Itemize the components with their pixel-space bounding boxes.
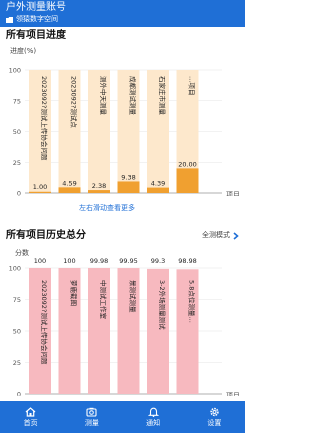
progress-y-tick-label: 75 [13,97,21,105]
progress-bar[interactable] [147,187,169,193]
progress-category-label: 成都测试测量 [129,76,138,116]
tab-measure[interactable]: 测量 [61,401,122,433]
gear-icon [210,407,219,416]
progress-bar[interactable] [88,190,110,193]
history-y-tick-label: 50 [13,328,21,336]
history-value-label: 100 [63,257,75,265]
progress-y-tick-label: 0 [17,190,21,197]
workspace-label[interactable]: 领猿数字空间 [6,15,58,24]
progress-category-label: 石家庄市测量 [158,76,167,116]
chevron-right-icon [233,231,239,240]
progress-bar[interactable] [176,168,199,193]
history-section-title: 所有项目历史总分 [6,230,86,241]
progress-value-label: 4.39 [151,180,165,188]
progress-category-label: 测外中天测量 [99,76,108,116]
home-icon [25,406,36,417]
workspace-name: 领猿数字空间 [16,15,58,23]
history-value-label: 99.95 [119,257,138,265]
scroll-hint-link[interactable]: 左右滑动查看更多 [79,204,135,213]
progress-y-tick-label: 50 [13,128,21,136]
history-category-label: 中测试工作室 [99,280,108,320]
progress-value-label: 2.38 [92,182,106,190]
tab-home[interactable]: 首页 [0,401,61,433]
history-y-tick-label: 100 [9,265,21,273]
history-category-label: 5.8点位测量… [188,280,197,323]
progress-value-label: 4.59 [62,179,76,187]
tab-home-label: 首页 [23,418,38,427]
scroll-hint-text: 左右滑动查看更多 [79,204,135,212]
progress-y-tick-label: 25 [13,159,21,167]
history-x-label: 项目 [226,392,240,396]
progress-category-label: 2023092?测试点 [70,76,79,128]
progress-bar[interactable] [29,191,51,193]
tab-notify[interactable]: 通知 [123,401,184,433]
progress-bar[interactable] [58,187,81,193]
history-y-tick-label: 0 [17,391,21,397]
history-value-label: 99.3 [151,257,165,265]
progress-x-label: 项目 [226,191,240,196]
app-screen: 户外测量账号 领猿数字空间 所有项目进度 进度(%) 0 25 50 75 100 1.… [0,0,245,433]
progress-bar[interactable] [117,181,140,193]
tab-notify-label: 通知 [146,418,161,427]
history-value-label: 99.98 [90,257,109,265]
folder-icon [6,16,13,23]
progress-chart[interactable]: 0 25 50 75 100 1.00 4.59 2.38 9.38 4.39 20.00 202… [0,58,245,197]
history-category-label: 3-2外场测量测试 [158,280,167,330]
progress-section-title: 所有项目进度 [6,30,66,41]
history-chart[interactable]: 0 25 50 75 100 100 100 99.98 99.95 99.3 98.98 202… [0,256,245,396]
progress-value-label: 9.38 [121,173,135,181]
history-category-label: 2023092?测试上传协会问题 [40,280,49,365]
history-y-tick-label: 75 [13,296,21,304]
progress-value-label: 20.00 [178,160,197,168]
history-y-tick-label: 25 [13,359,21,367]
account-title: 户外测量账号 [6,2,66,13]
history-value-label: 100 [34,257,46,265]
progress-y-unit: 进度(%) [10,47,37,55]
history-category-label: 萝鹿截图 [70,280,79,306]
camera-icon [86,407,97,417]
history-value-label: 98.98 [178,257,197,265]
tab-settings-label: 设置 [207,418,222,427]
app-header: 户外测量账号 领猿数字空间 [0,0,245,27]
history-category-label: 景测试测量 [129,280,138,313]
tab-settings[interactable]: 设置 [184,401,245,433]
mode-label: 全测模式 [202,231,230,239]
progress-y-tick-label: 100 [9,67,21,75]
mode-selector[interactable]: 全测模式 [202,231,239,240]
progress-category-label: …项目 [188,76,196,96]
bottom-tab-bar: 首页 测量 通知 设置 [0,401,245,433]
bell-icon [147,407,159,417]
tab-measure-label: 测量 [84,418,99,427]
progress-category-label: 2023092?测试上传协会问题 [40,76,49,161]
progress-value-label: 1.00 [33,183,47,191]
